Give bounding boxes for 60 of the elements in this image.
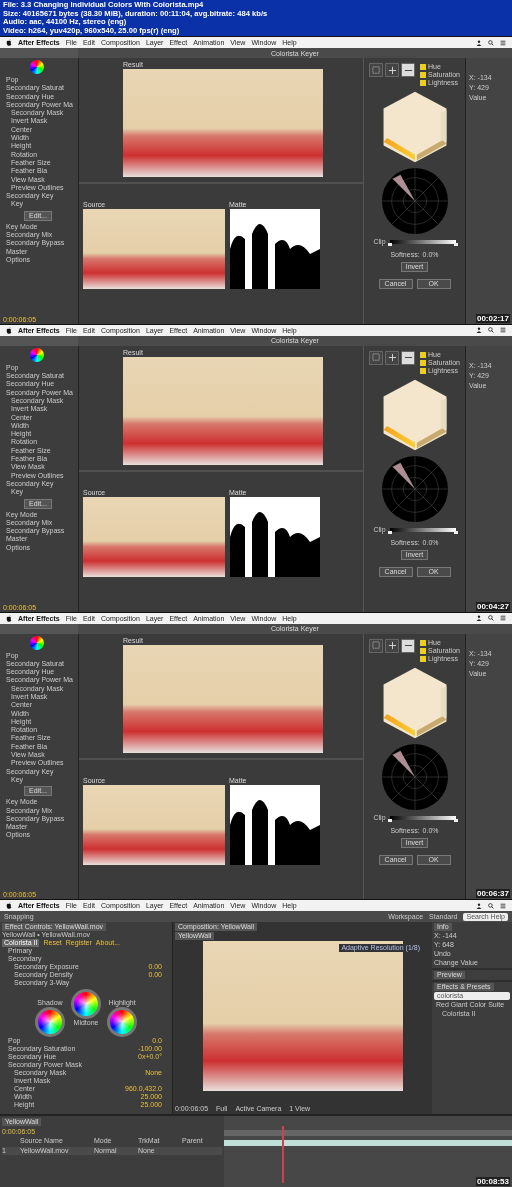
checkbox[interactable] [420, 655, 427, 662]
vectorscope-drawing [380, 454, 449, 523]
color-wheel-icon[interactable] [30, 635, 44, 650]
slider-handle[interactable] [387, 818, 392, 822]
user-icon[interactable] [476, 327, 482, 334]
marquee-icon [371, 65, 381, 75]
timestamp: 00:06:37 [475, 889, 510, 899]
checkbox[interactable] [420, 647, 427, 654]
list-icon[interactable] [500, 327, 506, 334]
vectorscope-drawing [380, 742, 449, 811]
list-icon[interactable] [500, 615, 506, 621]
apple-logo-icon[interactable] [6, 902, 12, 910]
checkbox[interactable] [420, 80, 427, 86]
checkbox[interactable] [420, 351, 427, 358]
clip-slider[interactable] [389, 240, 456, 244]
slider-handle[interactable] [453, 243, 458, 246]
subtract-tool[interactable] [401, 350, 416, 365]
color-wheel-icon[interactable] [30, 347, 44, 362]
plus-icon [387, 641, 397, 650]
slider-handle[interactable] [453, 818, 458, 822]
checkbox[interactable] [420, 639, 427, 646]
timestamp: 00:04:27 [475, 601, 510, 611]
apple-logo-icon[interactable] [6, 326, 12, 334]
apple-logo-icon[interactable] [6, 614, 12, 622]
color-wheel-icon[interactable] [30, 60, 44, 74]
add-tool[interactable] [385, 63, 400, 77]
subtract-tool[interactable] [401, 63, 416, 77]
search-icon[interactable] [488, 902, 494, 909]
slider-handle[interactable] [453, 530, 458, 534]
layer-bar[interactable] [224, 1140, 512, 1147]
color-wheel[interactable] [35, 1007, 65, 1038]
list-icon[interactable] [500, 39, 506, 46]
user-icon[interactable] [476, 615, 482, 621]
apple-logo-icon[interactable] [6, 39, 12, 46]
search-icon[interactable] [488, 615, 494, 621]
user-icon[interactable] [476, 902, 482, 909]
color-wheel[interactable] [71, 989, 101, 1020]
list-icon[interactable] [500, 902, 506, 909]
slider-handle[interactable] [387, 243, 392, 246]
plus-icon [387, 65, 397, 75]
search-icon[interactable] [488, 39, 494, 46]
checkbox[interactable] [420, 72, 427, 78]
checkbox[interactable] [420, 359, 427, 366]
clip-slider[interactable] [389, 527, 456, 532]
checkbox[interactable] [420, 64, 427, 70]
search-icon[interactable] [488, 327, 494, 334]
timestamp: 00:02:17 [475, 313, 510, 323]
timestamp: 00:08:53 [475, 1177, 510, 1186]
vectorscope-drawing [380, 167, 449, 235]
marquee-icon [371, 641, 381, 650]
subtract-tool[interactable] [401, 638, 416, 653]
color-wheel[interactable] [107, 1007, 137, 1038]
checkbox[interactable] [420, 367, 427, 374]
clip-slider[interactable] [389, 815, 456, 820]
marquee-icon [371, 353, 381, 363]
add-tool[interactable] [385, 350, 400, 365]
slider-handle[interactable] [387, 530, 392, 534]
plus-icon [387, 353, 397, 363]
add-tool[interactable] [385, 638, 400, 653]
user-icon[interactable] [476, 39, 482, 46]
